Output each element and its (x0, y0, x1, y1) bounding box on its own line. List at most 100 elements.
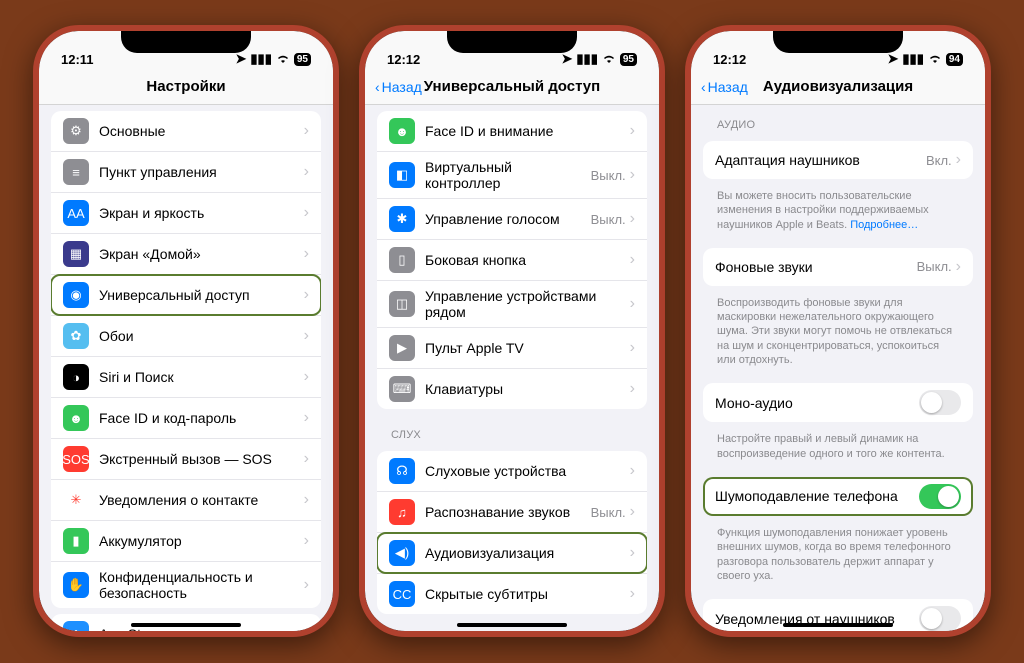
row-bg-sounds[interactable]: Фоновые звуки Выкл. › (703, 248, 973, 286)
row-виртуальный-контроллер[interactable]: ◧ Виртуальный контроллерВыкл. › (377, 152, 647, 199)
chevron-right-icon: › (630, 462, 635, 480)
accessibility-list[interactable]: ☻Face ID и внимание› ◧ Виртуальный контрол… (365, 105, 659, 631)
batt-icon: ▮ (63, 528, 89, 554)
row-клавиатуры[interactable]: ⌨ Клавиатуры› (377, 369, 647, 409)
tv-icon: ▶ (389, 335, 415, 361)
notch (447, 31, 577, 53)
nav-title: Универсальный доступ (424, 78, 600, 95)
row-noise-cancel[interactable]: Шумоподавление телефона (703, 477, 973, 516)
toggle-mono[interactable] (919, 390, 961, 415)
row-экран-домой-[interactable]: ▦Экран «Домой»› (51, 234, 321, 275)
home-indicator[interactable] (783, 623, 893, 627)
label: Siri и Поиск (99, 369, 304, 385)
chevron-right-icon: › (304, 204, 309, 222)
back-button[interactable]: ‹ Назад (375, 79, 422, 95)
row-распознавание-звуков[interactable]: ♫Распознавание звуковВыкл.› (377, 492, 647, 533)
side-icon: ▯ (389, 247, 415, 273)
ctrl-icon: ◧ (389, 162, 415, 188)
chevron-right-icon: › (630, 380, 635, 398)
cellular-icon: ▮▮▮ (250, 51, 271, 67)
AA-icon: AA (63, 200, 89, 226)
value: Выкл. (591, 168, 626, 183)
location-icon: ➤ (888, 51, 899, 67)
label: Скрытые субтитры (425, 586, 630, 602)
row-обои[interactable]: ✿Обои› (51, 316, 321, 357)
row-боковая-кнопка[interactable]: ▯Боковая кнопка› (377, 240, 647, 281)
note-noise: Функция шумоподавления понижает уровень … (691, 522, 985, 585)
row-аккумулятор[interactable]: ▮Аккумулятор› (51, 521, 321, 562)
label: Моно-аудио (715, 395, 919, 411)
siri-icon: ◑ (63, 364, 89, 390)
chevron-right-icon: › (304, 368, 309, 386)
chevron-right-icon: › (304, 286, 309, 304)
row-экран-и-яркость[interactable]: AAЭкран и яркость› (51, 193, 321, 234)
kb-icon: ⌨ (389, 376, 415, 402)
row-конфиденциальность-и-безопасность[interactable]: ✋Конфиденциальность и безопасность› (51, 562, 321, 608)
toggle-hp-notif[interactable] (919, 606, 961, 631)
back-label: Назад (382, 79, 422, 95)
chevron-right-icon: › (304, 327, 309, 345)
label: Виртуальный контроллер (425, 159, 591, 191)
face-icon: ☻ (63, 405, 89, 431)
status-time: 12:12 (387, 52, 420, 67)
row-основные[interactable]: ⚙Основные› (51, 111, 321, 152)
SOS-icon: SOS (63, 446, 89, 472)
sliders-icon: ≡ (63, 159, 89, 185)
row-siri-и-поиск[interactable]: ◑ Siri и Поиск› (51, 357, 321, 398)
label: Шумоподавление телефона (715, 488, 919, 504)
label: Фоновые звуки (715, 259, 917, 275)
row-face-id-и-внимание[interactable]: ☻Face ID и внимание› (377, 111, 647, 152)
chevron-right-icon: › (630, 544, 635, 562)
wifi-icon (602, 52, 616, 67)
row-mono-audio[interactable]: Моно-аудио (703, 383, 973, 422)
access-icon: ◉ (63, 282, 89, 308)
row-аудиовизуализация[interactable]: ◀)Аудиовизуализация› (377, 533, 647, 574)
value: Выкл. (591, 212, 626, 227)
nav-bar: ‹ Назад Аудиовизуализация (691, 69, 985, 105)
row-скрытые-субтитры[interactable]: CCСкрытые субтитры› (377, 574, 647, 614)
row-слуховые-устройства[interactable]: ☊Слуховые устройства› (377, 451, 647, 492)
chevron-left-icon: ‹ (701, 79, 706, 95)
hand-icon: ✋ (63, 572, 89, 598)
home-indicator[interactable] (457, 623, 567, 627)
link-more[interactable]: Подробнее… (850, 219, 918, 231)
label: Управление устройствами рядом (425, 288, 630, 320)
row-пульт-apple-tv[interactable]: ▶Пульт Apple TV› (377, 328, 647, 369)
battery-icon: 95 (294, 53, 311, 66)
row-face-id-и-код-пароль[interactable]: ☻Face ID и код-пароль› (51, 398, 321, 439)
chevron-right-icon: › (304, 122, 309, 140)
row-headphone-adapt[interactable]: Адаптация наушников Вкл. › (703, 141, 973, 179)
row-уведомления-о-контакте[interactable]: ✳Уведомления о контакте› (51, 480, 321, 521)
back-button[interactable]: ‹ Назад (701, 79, 748, 95)
nav-title: Настройки (146, 78, 225, 95)
toggle-noise[interactable] (919, 484, 961, 509)
row-управление-голосом[interactable]: ✱Управление голосомВыкл.› (377, 199, 647, 240)
label: Пункт управления (99, 164, 304, 180)
nav-title: Аудиовизуализация (763, 78, 913, 95)
note-mono: Настройте правый и левый динамик на восп… (691, 428, 985, 463)
settings-list[interactable]: ⚙Основные›≡Пункт управления›AAЭкран и яр… (39, 105, 333, 631)
chevron-right-icon: › (630, 251, 635, 269)
audiovisual-list[interactable]: АУДИО Адаптация наушников Вкл. › Вы може… (691, 105, 985, 631)
row-управление-устройствами-рядом[interactable]: ◫Управление устройствами рядом› (377, 281, 647, 328)
label: Клавиатуры (425, 381, 630, 397)
chevron-right-icon: › (630, 166, 635, 184)
chevron-right-icon: › (956, 258, 961, 276)
label: Основные (99, 123, 304, 139)
row-пункт-управления[interactable]: ≡Пункт управления› (51, 152, 321, 193)
value: Выкл. (591, 505, 626, 520)
cellular-icon: ▮▮▮ (576, 51, 597, 67)
label: Аудиовизуализация (425, 545, 630, 561)
value: Вкл. (926, 153, 952, 168)
row-универсальный-доступ[interactable]: ◉Универсальный доступ› (51, 275, 321, 316)
location-icon: ➤ (236, 51, 247, 67)
notch (773, 31, 903, 53)
row-экстренный-вызов-sos[interactable]: SOSЭкстренный вызов — SOS› (51, 439, 321, 480)
chevron-right-icon: › (630, 122, 635, 140)
battery-icon: 94 (946, 53, 963, 66)
label: Адаптация наушников (715, 152, 926, 168)
chevron-right-icon: › (304, 625, 309, 631)
battery-icon: 95 (620, 53, 637, 66)
home-indicator[interactable] (131, 623, 241, 627)
chevron-right-icon: › (630, 295, 635, 313)
